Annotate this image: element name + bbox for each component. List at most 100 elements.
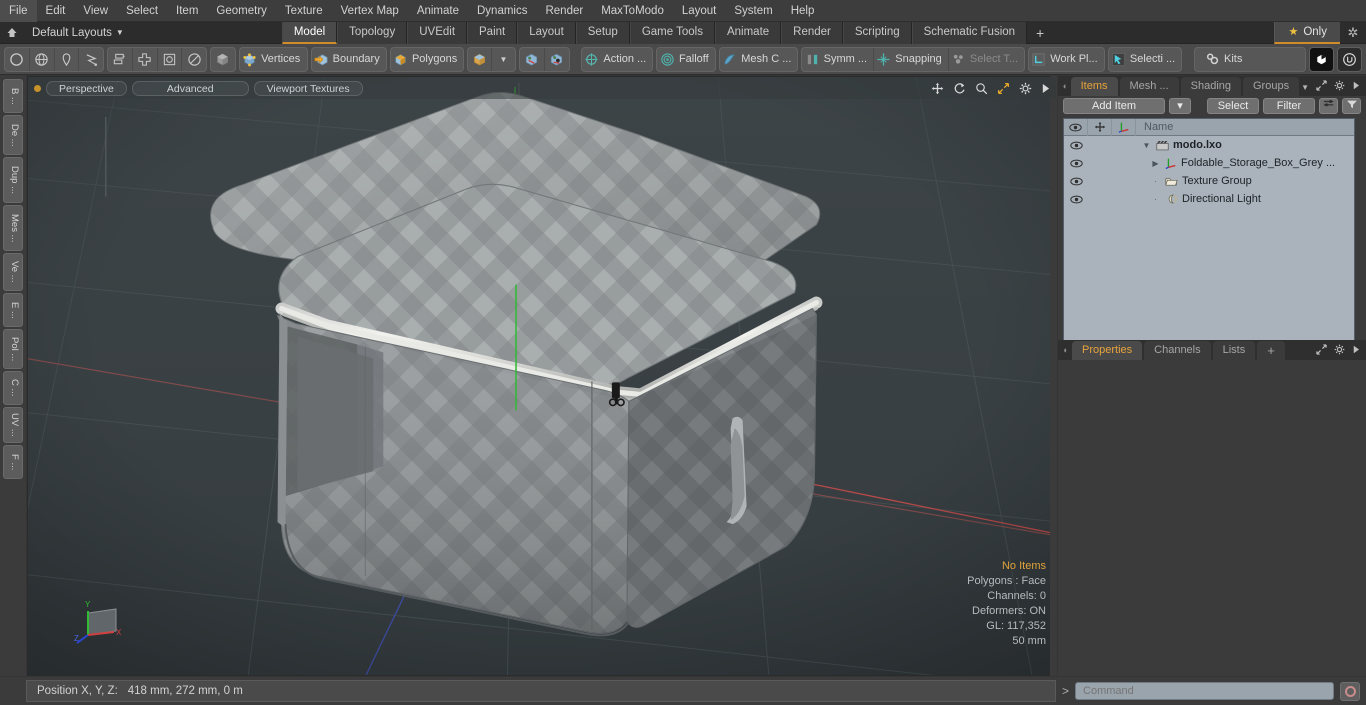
unity-icon[interactable] <box>1309 46 1335 72</box>
layout-tab-schematic-fusion[interactable]: Schematic Fusion <box>911 21 1028 44</box>
add-item-button[interactable]: Add Item <box>1063 98 1165 114</box>
viewport-projection-selector[interactable]: Perspective <box>46 80 127 96</box>
fit-icon[interactable] <box>997 82 1010 95</box>
pen-icon[interactable] <box>55 47 80 71</box>
list-item[interactable]: · Directional Light <box>1136 193 1354 205</box>
eye-icon[interactable] <box>1064 195 1088 204</box>
selection-sets-button[interactable]: Selecti ... <box>1109 48 1182 71</box>
circle-icon[interactable] <box>5 47 30 71</box>
viewport-shading-selector[interactable]: Advanced <box>131 80 249 96</box>
chevron-down-icon[interactable]: ▼ <box>492 48 515 71</box>
layout-tab-paint[interactable]: Paint <box>467 21 518 44</box>
stack-icon[interactable] <box>108 47 133 71</box>
left-tab-basic[interactable]: B ... <box>3 79 23 113</box>
eye-icon[interactable] <box>1064 177 1088 186</box>
left-tab-fusion[interactable]: F ... <box>3 445 23 479</box>
tab-mesh-ops[interactable]: Mesh ... <box>1119 77 1179 96</box>
twisty-icon[interactable]: · <box>1150 177 1161 186</box>
grey-cube-icon[interactable] <box>211 48 235 71</box>
list-options-icon[interactable] <box>1319 98 1338 114</box>
list-item[interactable]: ▼ modo.lxo <box>1136 139 1354 151</box>
tab-items[interactable]: Items <box>1070 77 1118 96</box>
kits-button[interactable]: Kits <box>1195 48 1305 71</box>
cube-snap-b-icon[interactable] <box>545 48 569 71</box>
table-row[interactable]: ▼ modo.lxo <box>1064 136 1354 154</box>
panel-menu-dot[interactable]: ◖ <box>1058 341 1072 360</box>
tab-shading[interactable]: Shading <box>1180 77 1241 96</box>
layout-tab-render[interactable]: Render <box>781 21 843 44</box>
layout-tab-game-tools[interactable]: Game Tools <box>629 21 715 44</box>
left-tab-polygon[interactable]: Pol ... <box>3 329 23 369</box>
twisty-icon[interactable]: ▶ <box>1150 159 1161 168</box>
menu-item-file[interactable]: File <box>0 0 37 22</box>
action-center-button[interactable]: Action ... <box>582 48 652 71</box>
layout-tab-setup[interactable]: Setup <box>575 21 630 44</box>
move-icon[interactable] <box>931 82 944 95</box>
left-tab-deform[interactable]: De ... <box>3 115 23 155</box>
tab-groups[interactable]: Groups <box>1243 77 1300 96</box>
menu-item-maxtomodo[interactable]: MaxToModo <box>592 0 673 22</box>
expand-icon[interactable] <box>1316 344 1327 358</box>
menu-item-dynamics[interactable]: Dynamics <box>468 0 536 22</box>
3d-viewport[interactable]: Perspective Advanced Viewport Textures N… <box>27 76 1057 676</box>
falloff-button[interactable]: Falloff <box>657 48 715 71</box>
menu-item-render[interactable]: Render <box>536 0 592 22</box>
layout-tab-topology[interactable]: Topology <box>337 21 408 44</box>
globe-icon[interactable] <box>30 47 55 71</box>
list-item[interactable]: · Texture Group <box>1136 175 1354 187</box>
table-row[interactable]: · Texture Group <box>1064 172 1354 190</box>
layout-tab-scripting[interactable]: Scripting <box>842 21 912 44</box>
filter-button[interactable]: Filter <box>1263 98 1315 114</box>
left-tab-edge[interactable]: E ... <box>3 293 23 327</box>
select-button[interactable]: Select <box>1207 98 1259 114</box>
add-properties-tab-button[interactable]: + <box>1257 341 1285 360</box>
menu-item-texture[interactable]: Texture <box>276 0 332 22</box>
menu-item-view[interactable]: View <box>74 0 117 22</box>
expand-icon[interactable] <box>1316 80 1327 94</box>
gear-icon[interactable]: ✲ <box>1340 25 1366 41</box>
polygons-mode-button[interactable]: Polygons <box>391 48 464 71</box>
unreal-icon[interactable] <box>1337 46 1363 72</box>
select-through-button[interactable]: Select T... <box>949 48 1024 71</box>
eye-icon[interactable] <box>1064 159 1088 168</box>
viewport-textures-selector[interactable]: Viewport Textures <box>253 80 363 96</box>
cube-snap-a-icon[interactable] <box>520 47 545 71</box>
mesh-constraint-button[interactable]: Mesh C ... <box>720 48 797 71</box>
menu-item-geometry[interactable]: Geometry <box>207 0 276 22</box>
boundary-mode-button[interactable]: Boundary <box>312 48 386 71</box>
vertices-mode-button[interactable]: Vertices <box>240 48 307 71</box>
lasso-icon[interactable] <box>79 48 103 71</box>
viewport-menu-dot[interactable] <box>34 84 41 92</box>
menu-item-edit[interactable]: Edit <box>37 0 75 22</box>
rounded-square-icon[interactable] <box>158 47 183 71</box>
only-toggle[interactable]: ★ Only <box>1274 21 1340 44</box>
gear-icon[interactable] <box>1334 344 1345 358</box>
rotate-icon[interactable] <box>953 82 966 95</box>
panel-splitter[interactable] <box>1050 76 1057 676</box>
list-item[interactable]: ▶ Foldable_Storage_Box_Grey ... <box>1136 157 1354 169</box>
cross-icon[interactable] <box>133 47 158 71</box>
add-item-dropdown-button[interactable]: ▾ <box>1169 98 1191 114</box>
tab-lists[interactable]: Lists <box>1212 341 1256 360</box>
gear-icon[interactable] <box>1019 82 1032 95</box>
menu-item-system[interactable]: System <box>725 0 781 22</box>
axis-gizmo[interactable]: Y X Z <box>74 593 134 653</box>
gear-icon[interactable] <box>1334 80 1345 94</box>
command-input[interactable] <box>1075 682 1334 700</box>
snapping-button[interactable]: Snapping <box>874 47 949 71</box>
menu-item-select[interactable]: Select <box>117 0 167 22</box>
menu-item-help[interactable]: Help <box>782 0 824 22</box>
left-tab-duplicate[interactable]: Dup ... <box>3 157 23 203</box>
layout-selector[interactable]: Default Layouts ▼ <box>24 23 132 43</box>
orange-cube-icon[interactable] <box>468 47 492 71</box>
table-row[interactable]: · Directional Light <box>1064 190 1354 208</box>
home-icon[interactable] <box>0 23 24 43</box>
left-tab-uv[interactable]: UV ... <box>3 407 23 443</box>
left-tab-mesh-edit[interactable]: Mes ... <box>3 205 23 251</box>
left-tab-vertex[interactable]: Ve ... <box>3 253 23 291</box>
tab-properties[interactable]: Properties <box>1072 341 1143 360</box>
work-plane-button[interactable]: Work Pl... <box>1029 48 1104 71</box>
play-arrow-icon[interactable] <box>1352 81 1360 93</box>
twisty-icon[interactable]: ▼ <box>1141 141 1152 150</box>
table-row[interactable]: ▶ Foldable_Storage_Box_Grey ... <box>1064 154 1354 172</box>
